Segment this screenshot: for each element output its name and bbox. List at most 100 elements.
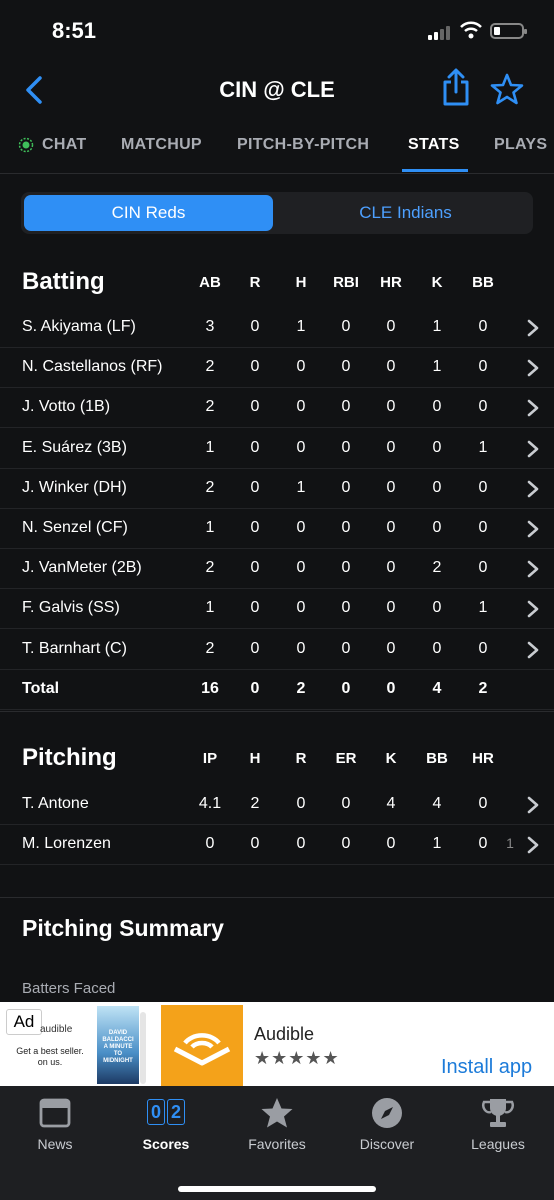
player-row[interactable]: F. Galvis (SS) 1 0 0 0 0 0 1 xyxy=(0,589,554,630)
bottom-tab-label: Favorites xyxy=(248,1136,306,1152)
player-row[interactable]: N. Castellanos (RF) 2 0 0 0 0 1 0 xyxy=(0,348,554,389)
stat-cell: 0 xyxy=(296,519,306,536)
stat-cell: 16 xyxy=(201,679,219,697)
ad-banner[interactable]: Ad audible Get a best seller. on us. DAV… xyxy=(0,1002,554,1086)
stat-cell: 0 xyxy=(296,438,306,456)
chevron-right-icon[interactable] xyxy=(526,796,540,814)
chevron-right-icon[interactable] xyxy=(526,399,540,417)
stat-cell: 0 xyxy=(250,318,260,335)
player-name: N. Senzel (CF) xyxy=(22,519,128,536)
favorite-star-icon[interactable] xyxy=(490,72,524,106)
bottom-tab-discover[interactable]: Discover xyxy=(337,1096,437,1152)
bottom-tab-leagues[interactable]: Leagues xyxy=(448,1096,548,1152)
player-row[interactable]: M. Lorenzen 0 0 0 0 0 1 0 1 xyxy=(0,825,554,865)
home-indicator xyxy=(178,1186,376,1192)
install-app-button[interactable]: Install app xyxy=(441,1056,532,1079)
stat-cell: 0 xyxy=(478,318,488,335)
team-segment-cle[interactable]: CLE Indians xyxy=(281,195,530,231)
tab-chat[interactable]: CHAT xyxy=(42,136,86,154)
bottom-tab-favorites[interactable]: Favorites xyxy=(227,1096,327,1152)
section-divider xyxy=(0,711,554,712)
stat-cell: 0 xyxy=(250,438,260,456)
column-header: ER xyxy=(335,750,357,767)
column-header: IP xyxy=(202,750,218,767)
chevron-right-icon[interactable] xyxy=(526,359,540,377)
stat-cell: 2 xyxy=(250,795,260,812)
chevron-right-icon[interactable] xyxy=(526,600,540,618)
stat-cell: 0 xyxy=(296,795,306,812)
ad-tagline: Get a best seller. on us. xyxy=(16,1046,84,1067)
chevron-right-icon[interactable] xyxy=(526,319,540,337)
stat-cell: 0 xyxy=(478,358,488,376)
player-name: N. Castellanos (RF) xyxy=(22,358,163,376)
stat-cell: 2 xyxy=(478,679,488,697)
star-icon xyxy=(261,1098,293,1128)
player-row[interactable]: S. Akiyama (LF) 3 0 1 0 0 1 0 xyxy=(0,308,554,348)
share-icon[interactable] xyxy=(440,68,472,108)
stat-cell: 0 xyxy=(478,478,488,496)
chevron-right-icon[interactable] xyxy=(526,440,540,458)
news-icon xyxy=(39,1098,71,1128)
player-row[interactable]: T. Barnhart (C) 2 0 0 0 0 0 0 xyxy=(0,630,554,670)
chevron-right-icon[interactable] xyxy=(526,560,540,578)
stat-cell: 1 xyxy=(432,835,442,852)
bottom-tab-label: News xyxy=(37,1136,73,1152)
stat-cell: 0 xyxy=(386,599,396,617)
stat-cell: 2 xyxy=(205,639,215,657)
column-header: H xyxy=(249,750,261,767)
bottom-tab-news[interactable]: News xyxy=(5,1096,105,1152)
stat-cell: 0 xyxy=(205,835,215,852)
stat-cell: 1 xyxy=(296,478,306,496)
nav-bar: CIN @ CLE xyxy=(0,60,554,120)
signal-icon xyxy=(428,24,454,40)
stat-cell: 2 xyxy=(432,559,442,577)
stat-cell: 0 xyxy=(478,835,488,852)
chevron-right-icon[interactable] xyxy=(526,836,540,854)
stat-cell: 0 xyxy=(296,599,306,617)
stat-cell: 0 xyxy=(386,318,396,335)
stat-cell: 0 xyxy=(386,358,396,376)
stat-cell: 0 xyxy=(432,438,442,456)
tab-matchup[interactable]: MATCHUP xyxy=(121,136,202,154)
player-row[interactable]: N. Senzel (CF) 1 0 0 0 0 0 0 xyxy=(0,509,554,549)
tab-pitch-by-pitch[interactable]: PITCH-BY-PITCH xyxy=(237,136,369,154)
ad-app-name: Audible xyxy=(254,1024,315,1044)
player-row[interactable]: J. Votto (1B) 2 0 0 0 0 0 0 xyxy=(0,388,554,429)
stat-cell: 0 xyxy=(386,398,396,416)
team-segment-cin[interactable]: CIN Reds xyxy=(24,195,273,231)
stat-cell: 0 xyxy=(250,358,260,376)
player-row[interactable]: E. Suárez (3B) 1 0 0 0 0 0 1 xyxy=(0,429,554,469)
player-name: M. Lorenzen xyxy=(22,835,111,852)
chevron-right-icon[interactable] xyxy=(526,480,540,498)
book-cover-text: DAVID BALDACCI A MINUTE TO MIDNIGHT xyxy=(102,1030,134,1064)
stat-cell: 0 xyxy=(386,519,396,536)
stat-cell: 0 xyxy=(432,478,442,496)
stat-cell: 0 xyxy=(250,398,260,416)
team-segmented-control: CIN Reds CLE Indians xyxy=(21,192,533,234)
column-header: K xyxy=(431,274,443,291)
ad-scroll-indicator xyxy=(140,1012,146,1084)
stat-cell: 0 xyxy=(341,358,351,376)
tab-stats[interactable]: STATS xyxy=(408,136,460,154)
stat-cell: 0 xyxy=(341,679,351,697)
bottom-tab-label: Leagues xyxy=(471,1136,525,1152)
stat-cell: 0 xyxy=(386,438,396,456)
stat-cell: 0 xyxy=(341,519,351,536)
stat-cell: 0 xyxy=(296,398,306,416)
chevron-right-icon[interactable] xyxy=(526,641,540,659)
stat-cell: 0 xyxy=(341,478,351,496)
stat-cell: 4 xyxy=(432,679,442,697)
ad-label: Ad xyxy=(6,1009,42,1035)
stat-cell: 0 xyxy=(386,559,396,577)
stat-cell: 2 xyxy=(205,398,215,416)
tab-plays[interactable]: PLAYS xyxy=(494,136,547,154)
player-row[interactable]: T. Antone 4.1 2 0 0 4 4 0 xyxy=(0,785,554,825)
player-row[interactable]: J. VanMeter (2B) 2 0 0 0 0 2 0 xyxy=(0,549,554,590)
chevron-right-icon[interactable] xyxy=(526,520,540,538)
column-header: RBI xyxy=(333,274,359,291)
bottom-tab-scores[interactable]: 02 Scores xyxy=(116,1096,216,1152)
stat-cell: 1 xyxy=(296,318,306,335)
player-name: J. Votto (1B) xyxy=(22,398,111,416)
player-row[interactable]: J. Winker (DH) 2 0 1 0 0 0 0 xyxy=(0,469,554,509)
section-divider xyxy=(0,897,554,898)
